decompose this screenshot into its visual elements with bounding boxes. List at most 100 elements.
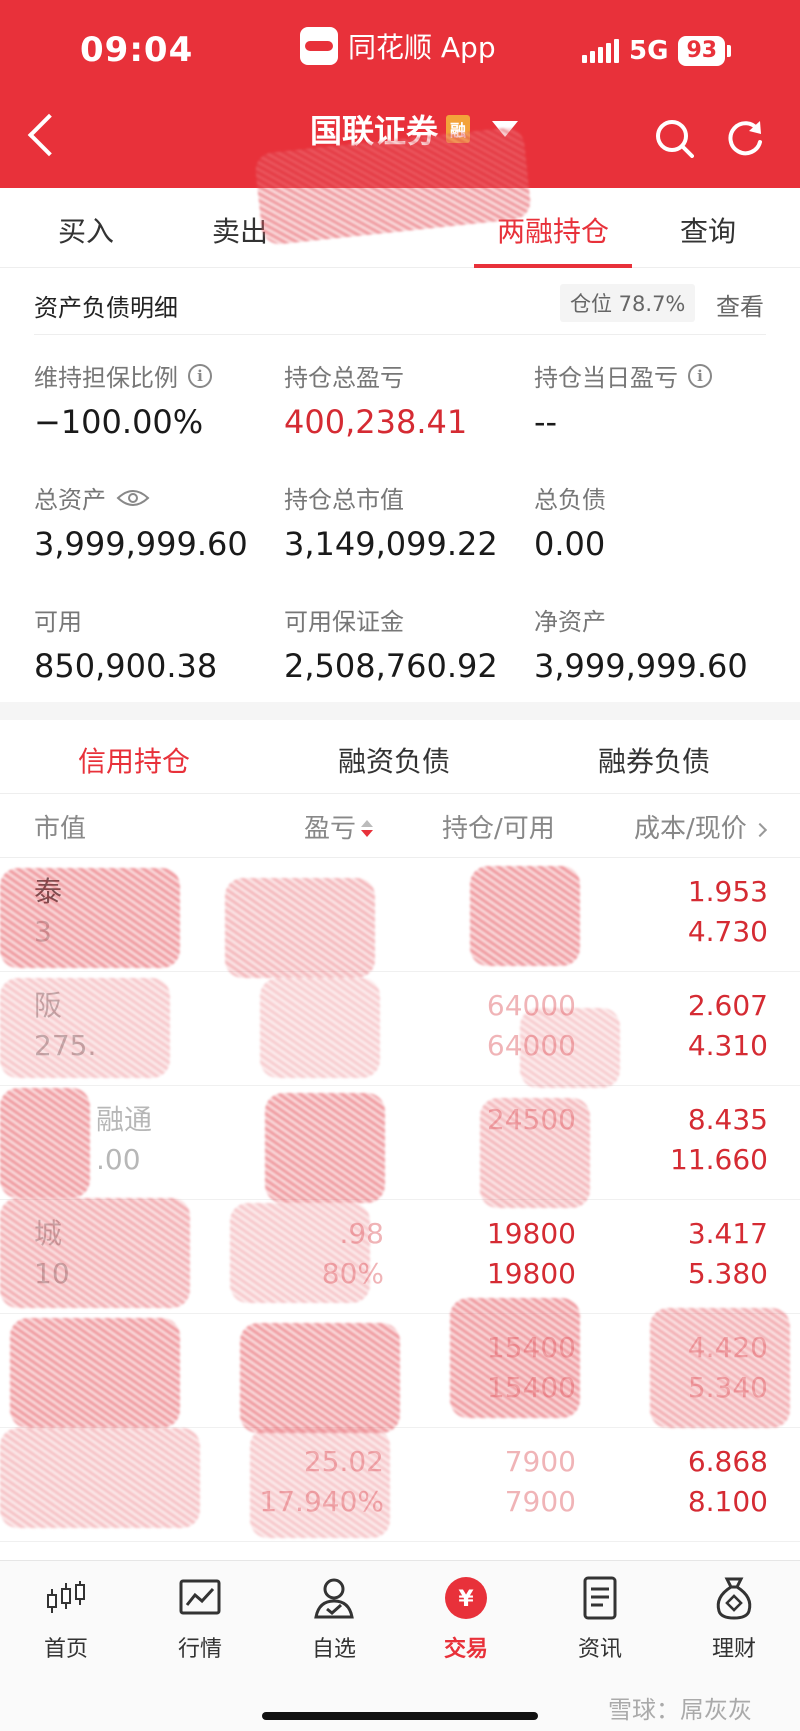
- table-row[interactable]: 阪 275. 64000 64000 2.607 4.310: [0, 972, 800, 1086]
- cost-price: 2.607: [687, 989, 768, 1022]
- pl-cell: 25.02 17.940%: [230, 1442, 384, 1522]
- available: 64000: [486, 1029, 576, 1062]
- pl-cell: .98 80%: [230, 1214, 384, 1294]
- nav-trade[interactable]: ¥ 交易: [416, 1575, 516, 1663]
- metric-label: 可用: [34, 608, 82, 636]
- col-label: 成本/现价: [634, 814, 747, 844]
- battery-level: 93: [678, 36, 726, 66]
- tab-sell[interactable]: 卖出: [212, 210, 268, 250]
- market-value: 10: [34, 1257, 70, 1290]
- current-price: 8.100: [687, 1485, 768, 1518]
- metric-value: 850,900.38: [34, 647, 218, 685]
- metric-value: 0.00: [534, 525, 606, 563]
- nav-label: 自选: [311, 1637, 356, 1662]
- pl-value: .98: [339, 1217, 384, 1250]
- nav-label: 行情: [177, 1637, 222, 1662]
- metric-label: 总负债: [534, 486, 606, 514]
- tab-financing-liabilities[interactable]: 融资负债: [338, 740, 450, 780]
- broker-selector[interactable]: 国联证券 融: [310, 106, 519, 152]
- holding: 19800: [486, 1217, 576, 1250]
- tab-margin-positions[interactable]: 两融持仓: [497, 210, 609, 250]
- table-row[interactable]: 25.02 17.940% 7900 7900 6.868 8.100: [0, 1428, 800, 1542]
- table-row[interactable]: 城 10 .98 80% 19800 19800 3.417 5.380: [0, 1200, 800, 1314]
- tab-buy[interactable]: 买入: [58, 210, 114, 250]
- info-icon[interactable]: i: [688, 363, 712, 388]
- metric-label: 可用保证金: [284, 608, 404, 636]
- active-tab-indicator: [474, 264, 632, 268]
- search-icon[interactable]: [654, 118, 694, 158]
- metric-value: 3,149,099.22: [284, 525, 498, 563]
- tab-credit-positions[interactable]: 信用持仓: [78, 740, 190, 780]
- col-profit-loss[interactable]: 盈亏: [304, 808, 374, 845]
- metric-label: 净资产: [534, 608, 606, 636]
- available: 15400: [486, 1371, 576, 1404]
- metric-label: 持仓总盈亏: [284, 364, 404, 392]
- pl-value: 25.02: [303, 1445, 384, 1478]
- yuan-icon: ¥: [445, 1577, 487, 1619]
- cost-price: 3.417: [687, 1217, 768, 1250]
- metric-value: 3,999,999.60: [534, 647, 748, 685]
- network-type: 5G: [629, 36, 669, 66]
- stock-cell: 泰3: [34, 872, 62, 952]
- hold-cell: 24500: [420, 1100, 576, 1140]
- info-icon[interactable]: i: [188, 363, 212, 388]
- view-link[interactable]: 查看: [716, 287, 764, 322]
- back-icon[interactable]: [27, 113, 71, 157]
- metric-value: −100.00%: [34, 403, 204, 441]
- price-cell: 3.417 5.380: [600, 1214, 768, 1294]
- table-header: 市值 盈亏 持仓/可用 成本/现价: [0, 794, 800, 858]
- market-value: 275.: [34, 1029, 97, 1062]
- nav-news[interactable]: 资讯: [550, 1575, 650, 1663]
- caret-down-icon: [492, 121, 519, 137]
- nav-watchlist[interactable]: 自选: [284, 1575, 384, 1663]
- status-time: 09:04: [80, 30, 194, 70]
- metric-market-value: 持仓总市值 3,149,099.22: [284, 480, 498, 563]
- summary-title: 资产负债明细: [34, 294, 178, 322]
- app-header: 09:04 同花顺 App 5G 93 国联证券 融: [0, 0, 800, 188]
- metric-maintenance-ratio: 维持担保比例 i −100.00%: [34, 358, 212, 441]
- nav-home[interactable]: 首页: [16, 1575, 116, 1663]
- positions-list: 泰3 1.953 4.730 阪 275. 64000 64000 2.607 4.31…: [0, 858, 800, 1560]
- cost-price: 6.868: [687, 1445, 768, 1478]
- divider: [34, 334, 766, 335]
- status-indicators: 5G 93: [582, 36, 732, 66]
- metric-total-assets: 总资产 3,999,999.60: [34, 480, 248, 563]
- tab-short-liabilities[interactable]: 融券负债: [598, 740, 710, 780]
- nav-label: 交易: [443, 1637, 488, 1662]
- nav-label: 首页: [43, 1637, 88, 1662]
- stock-cell: 阪 275.: [34, 986, 96, 1066]
- table-row[interactable]: 泰3 1.953 4.730: [0, 858, 800, 972]
- metric-daily-pl: 持仓当日盈亏 i --: [534, 358, 712, 441]
- nav-market[interactable]: 行情: [150, 1575, 250, 1663]
- chevron-right-icon: [752, 822, 767, 837]
- metric-value: 2,508,760.92: [284, 647, 498, 685]
- refresh-icon[interactable]: [724, 118, 766, 160]
- metric-value: 3,999,999.60: [34, 525, 248, 563]
- eye-icon[interactable]: [116, 488, 150, 508]
- table-row[interactable]: 融通 .00 24500 8.435 11.660: [0, 1086, 800, 1200]
- current-price: 4.310: [687, 1029, 768, 1062]
- col-cost-price[interactable]: 成本/现价: [634, 808, 767, 845]
- home-indicator[interactable]: [262, 1712, 538, 1720]
- cost-price: 8.435: [687, 1103, 768, 1136]
- nav-wealth[interactable]: 理财: [684, 1575, 784, 1663]
- sort-icon: [360, 819, 374, 840]
- stock-name: 阪: [34, 989, 63, 1022]
- money-bag-icon: [716, 1577, 752, 1620]
- trade-tabs: 买入 卖出 两融持仓 查询: [0, 188, 800, 268]
- holding: 64000: [486, 989, 576, 1022]
- col-market-value[interactable]: 市值: [34, 808, 86, 845]
- price-cell: 1.953 4.730: [600, 872, 768, 952]
- holding: 24500: [486, 1103, 576, 1136]
- cost-price: 1.953: [687, 875, 768, 908]
- stock-cell: 城 10: [34, 1214, 70, 1294]
- stock-name: 城: [34, 1217, 63, 1250]
- col-holding[interactable]: 持仓/可用: [442, 808, 555, 845]
- hold-cell: 19800 19800: [420, 1214, 576, 1294]
- section-gap: [0, 702, 800, 720]
- signal-icon: [582, 39, 619, 63]
- account-summary: 资产负债明细 仓位 78.7% 查看 维持担保比例 i −100.00% 持仓总盈…: [0, 270, 800, 702]
- table-row[interactable]: 15400 15400 4.420 5.340: [0, 1314, 800, 1428]
- battery-icon: [727, 45, 732, 57]
- tab-query[interactable]: 查询: [680, 210, 736, 250]
